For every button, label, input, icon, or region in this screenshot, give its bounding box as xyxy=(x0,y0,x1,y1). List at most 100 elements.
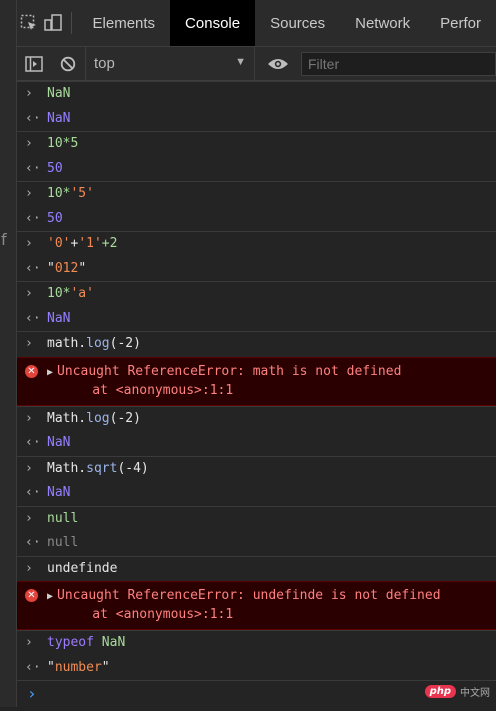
input-chevron-icon: › xyxy=(25,186,33,201)
console-output-row: ‹· 50 xyxy=(17,207,496,232)
console-token: sqrt xyxy=(86,460,118,476)
console-input-row: › '0'+'1'+2 xyxy=(17,231,496,257)
device-toolbar-icon[interactable] xyxy=(41,0,65,46)
console-token: log xyxy=(86,336,110,351)
tab-console[interactable]: Console xyxy=(170,0,256,46)
console-token: " xyxy=(78,260,87,276)
context-selector[interactable]: top ▼ xyxy=(85,47,255,80)
expand-triangle-icon[interactable]: ▶ xyxy=(47,591,53,602)
output-arrow-icon: ‹· xyxy=(25,110,41,126)
console-token: log xyxy=(86,410,110,426)
input-chevron-icon: › xyxy=(25,236,33,251)
error-text: Uncaught ReferenceError: undefinde is no… xyxy=(57,588,441,603)
console-input-row: › NaN xyxy=(17,81,496,107)
input-chevron-icon: › xyxy=(25,286,33,301)
console-token: '1' xyxy=(78,236,102,251)
error-icon: ✕ xyxy=(25,589,38,602)
console-input-row: › null xyxy=(17,505,496,532)
console-output-row: ‹· NaN xyxy=(17,431,496,456)
clipped-page-text: f xyxy=(1,230,7,249)
console-token: NaN xyxy=(47,435,71,450)
input-chevron-icon: › xyxy=(25,460,33,476)
console-input-row: › Math.sqrt(-4) xyxy=(17,455,496,482)
console-token: 'a' xyxy=(70,286,94,301)
error-text: Uncaught ReferenceError: math is not def… xyxy=(57,363,402,379)
console-token: +2 xyxy=(101,236,118,251)
tab-performance[interactable]: Perfor xyxy=(425,0,496,46)
console-token: 10* xyxy=(47,286,71,301)
error-stack: at <anonymous>:1:1 xyxy=(61,607,234,622)
error-message: ✕ ▶ Uncaught ReferenceError: undefinde is … xyxy=(17,581,496,630)
watermark: php 中文网 xyxy=(424,684,490,699)
console-token: (-4) xyxy=(117,460,149,476)
prompt-chevron-icon: › xyxy=(27,684,37,703)
input-chevron-icon: › xyxy=(25,136,33,151)
console-output-row: ‹· "number" xyxy=(17,656,496,681)
console-output-row: ‹· null xyxy=(17,531,496,556)
output-arrow-icon: ‹· xyxy=(25,535,41,550)
console-token: (-2) xyxy=(109,410,141,426)
tab-separator xyxy=(70,12,72,34)
console-output-row: ‹· NaN xyxy=(17,481,496,506)
console-input-row: › 10*5 xyxy=(17,131,496,157)
console-input-row: › math.log(-2) xyxy=(17,331,496,357)
console-token: NaN xyxy=(101,635,126,650)
console-messages: › NaN ‹· NaN › 10*5 ‹· 50 › 10*'5' ‹· 50 › '0'+'1'+2 ‹… xyxy=(17,81,496,680)
console-output-row: ‹· NaN xyxy=(17,107,496,132)
page-edge-strip: f xyxy=(0,0,17,707)
console-token: null xyxy=(47,510,79,526)
console-token: NaN xyxy=(47,110,71,126)
console-token: 10*5 xyxy=(47,136,79,151)
error-stack: at <anonymous>:1:1 xyxy=(61,382,234,398)
clear-console-icon[interactable] xyxy=(51,47,85,80)
sidebar-toggle-icon[interactable] xyxy=(17,47,51,80)
console-input-row: › 10*'5' xyxy=(17,181,496,207)
devtools-tabbar: Elements Console Sources Network Perfor xyxy=(17,0,496,47)
eye-icon[interactable] xyxy=(261,47,295,80)
input-chevron-icon: › xyxy=(25,510,33,526)
console-token: number xyxy=(54,659,102,675)
console-input-row: › typeof NaN xyxy=(17,630,496,656)
console-output-row: ‹· 50 xyxy=(17,157,496,182)
console-input-row: › 10*'a' xyxy=(17,281,496,307)
input-chevron-icon: › xyxy=(25,86,33,101)
output-arrow-icon: ‹· xyxy=(25,160,41,176)
input-chevron-icon: › xyxy=(25,410,33,426)
output-arrow-icon: ‹· xyxy=(25,435,41,450)
tab-elements[interactable]: Elements xyxy=(78,0,171,46)
expand-triangle-icon[interactable]: ▶ xyxy=(47,367,53,378)
console-token: math. xyxy=(47,336,87,351)
filter-input[interactable]: Filter xyxy=(301,51,496,76)
console-token: NaN xyxy=(47,310,71,326)
output-arrow-icon: ‹· xyxy=(25,485,41,500)
input-chevron-icon: › xyxy=(25,560,33,576)
output-arrow-icon: ‹· xyxy=(25,260,41,276)
console-token: (-2) xyxy=(109,336,141,351)
console-token: 012 xyxy=(54,260,79,276)
error-icon: ✕ xyxy=(25,364,38,378)
console-output-row: ‹· "012" xyxy=(17,257,496,282)
inspect-element-icon[interactable] xyxy=(17,0,41,46)
console-token: null xyxy=(47,535,79,550)
console-input-row: › undefinde xyxy=(17,555,496,582)
watermark-logo: php xyxy=(424,685,456,698)
tab-sources[interactable]: Sources xyxy=(255,0,340,46)
console-token: '5' xyxy=(70,186,94,201)
console-token: 50 xyxy=(47,210,63,226)
console-token: NaN xyxy=(47,86,71,101)
console-output-row: ‹· NaN xyxy=(17,307,496,332)
console-token: undefinde xyxy=(47,560,118,576)
console-token: " xyxy=(47,260,55,276)
console-token: '0' xyxy=(47,236,71,251)
output-arrow-icon: ‹· xyxy=(25,310,41,326)
console-token: Math. xyxy=(47,460,87,476)
caret-down-icon: ▼ xyxy=(235,56,246,68)
context-selector-value: top xyxy=(94,55,115,72)
console-token: 50 xyxy=(47,160,63,176)
tab-network[interactable]: Network xyxy=(340,0,425,46)
input-chevron-icon: › xyxy=(25,635,33,650)
console-token: 10* xyxy=(47,186,71,201)
console-input-row: › Math.log(-2) xyxy=(17,405,496,432)
console-toolbar: top ▼ Filter xyxy=(17,47,496,81)
watermark-text: 中文网 xyxy=(460,688,490,699)
